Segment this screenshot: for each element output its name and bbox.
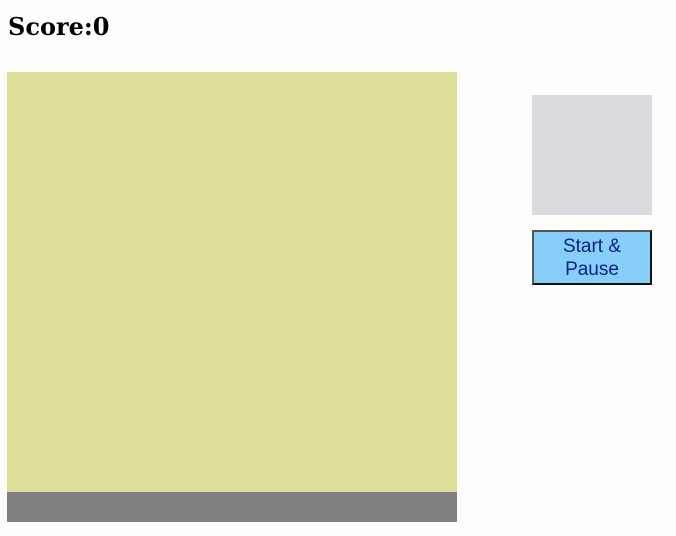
game-board[interactable]	[7, 72, 457, 492]
start-pause-button[interactable]: Start & Pause	[532, 230, 652, 285]
board-floor	[7, 492, 457, 522]
score-display: Score:0	[8, 12, 110, 41]
next-piece-preview	[532, 95, 652, 215]
